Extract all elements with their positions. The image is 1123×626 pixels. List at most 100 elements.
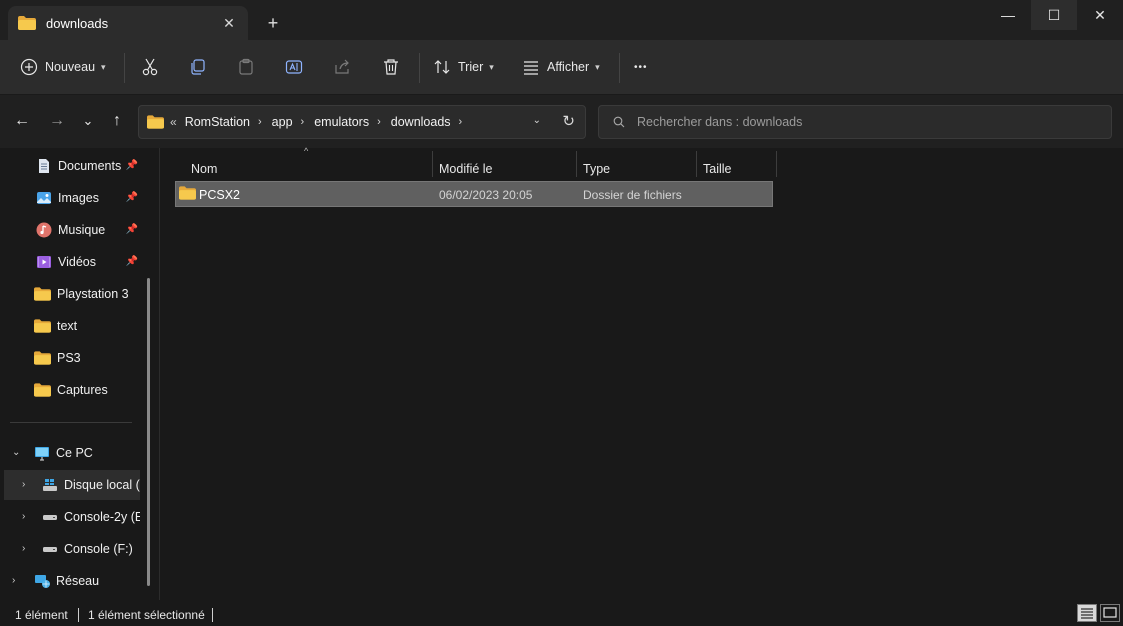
column-header-modified[interactable]: Modifié le <box>439 162 493 176</box>
column-divider[interactable] <box>576 151 577 177</box>
details-view-button[interactable] <box>1077 604 1097 622</box>
chevron-down-icon: ▾ <box>101 61 106 72</box>
close-window-button[interactable]: ✕ <box>1077 0 1123 30</box>
breadcrumb-romstation[interactable]: RomStation <box>185 115 250 129</box>
breadcrumb-downloads[interactable]: downloads <box>391 115 451 129</box>
search-box[interactable]: Rechercher dans : downloads <box>598 105 1112 139</box>
column-divider[interactable] <box>776 151 777 177</box>
delete-button[interactable] <box>382 52 400 82</box>
share-icon <box>335 59 349 74</box>
navigation-pane: Documents 📌 Images 📌 Musique 📌 Vidéos 📌 … <box>0 148 160 600</box>
breadcrumb-chevron-icon[interactable]: › <box>258 116 262 128</box>
sidebar-item-network[interactable]: Réseau <box>0 566 146 596</box>
sort-button-label: Trier <box>458 60 484 74</box>
column-header-type[interactable]: Type <box>583 162 610 176</box>
sidebar-item-music[interactable]: Musique 📌 <box>0 215 146 245</box>
chevron-right-icon[interactable]: › <box>22 479 25 490</box>
minimize-button[interactable]: — <box>985 0 1031 30</box>
up-button[interactable]: ↑ <box>105 111 129 131</box>
images-icon <box>37 192 51 204</box>
sidebar-item-label: Playstation 3 <box>57 287 129 301</box>
breadcrumb-emulators[interactable]: emulators <box>314 115 369 129</box>
pin-icon: 📌 <box>125 160 138 171</box>
maximize-button[interactable]: ☐ <box>1031 0 1077 30</box>
sort-button[interactable]: Trier ▾ <box>433 52 494 82</box>
breadcrumb-chevron-icon[interactable]: › <box>459 116 463 128</box>
delete-icon <box>384 59 398 75</box>
chevron-down-icon: ▾ <box>595 61 600 72</box>
new-button[interactable]: Nouveau ▾ <box>20 52 106 82</box>
folder-icon <box>34 351 51 365</box>
pin-icon: 📌 <box>125 256 138 267</box>
breadcrumb-overflow-button[interactable]: « <box>170 115 177 129</box>
column-header-size[interactable]: Taille <box>703 162 732 176</box>
column-header-name[interactable]: Nom <box>191 162 217 176</box>
chevron-down-icon[interactable]: ⌄ <box>12 447 20 458</box>
selection-count: 1 élément sélectionné <box>88 608 205 622</box>
tiles-view-icon <box>1103 607 1117 618</box>
rename-icon <box>285 60 303 74</box>
chevron-right-icon[interactable]: › <box>22 543 25 554</box>
status-bar: 1 élément 1 élément sélectionné <box>0 600 1123 626</box>
new-button-label: Nouveau <box>45 60 96 74</box>
sidebar-item-label: PS3 <box>57 351 81 365</box>
table-row[interactable]: PCSX2 06/02/2023 20:05 Dossier de fichie… <box>175 181 773 207</box>
address-history-dropdown[interactable]: ⌄ <box>533 115 541 126</box>
sidebar-item-videos[interactable]: Vidéos 📌 <box>0 247 146 277</box>
column-divider[interactable] <box>696 151 697 177</box>
sidebar-item-captures[interactable]: Captures <box>0 375 146 405</box>
folder-icon <box>34 383 51 397</box>
sidebar-item-text[interactable]: text <box>0 311 146 341</box>
refresh-button[interactable]: ↻ <box>562 112 575 130</box>
computer-icon <box>35 447 49 461</box>
sidebar-item-label: Réseau <box>56 574 100 588</box>
breadcrumb-chevron-icon[interactable]: › <box>377 116 381 128</box>
sidebar-divider <box>10 422 132 423</box>
chevron-right-icon[interactable]: › <box>12 575 15 586</box>
recent-locations-button[interactable]: ⌄ <box>76 111 100 131</box>
toolbar-divider <box>124 53 125 83</box>
copy-button[interactable] <box>189 52 207 82</box>
tab-close-button[interactable]: ✕ <box>220 14 238 32</box>
paste-button[interactable] <box>237 52 255 82</box>
back-button[interactable]: ← <box>10 111 34 131</box>
tab-downloads[interactable]: downloads ✕ <box>8 6 248 40</box>
sidebar-item-playstation-3[interactable]: Playstation 3 <box>0 279 146 309</box>
share-button[interactable] <box>333 52 351 82</box>
pin-icon: 📌 <box>125 192 138 203</box>
sidebar-item-ps3[interactable]: PS3 <box>0 343 146 373</box>
cut-button[interactable] <box>141 52 159 82</box>
new-tab-button[interactable]: + <box>262 12 284 34</box>
sidebar-item-this-pc[interactable]: Ce PC <box>0 438 146 468</box>
tab-title: downloads <box>46 15 109 31</box>
column-divider[interactable] <box>432 151 433 177</box>
address-row: ← → ⌄ ↑ « RomStation › app › emulators ›… <box>0 95 1123 148</box>
chevron-right-icon[interactable]: › <box>22 511 25 522</box>
sidebar-item-documents[interactable]: Documents 📌 <box>0 151 146 181</box>
rename-button[interactable] <box>285 52 303 82</box>
more-button[interactable]: ••• <box>634 52 648 82</box>
folder-icon <box>34 287 51 301</box>
search-icon <box>613 116 625 128</box>
videos-icon <box>37 256 51 268</box>
details-view-icon <box>1081 608 1093 619</box>
sidebar-item-label: Musique <box>58 223 106 237</box>
tiles-view-button[interactable] <box>1100 604 1120 622</box>
breadcrumb-app[interactable]: app <box>272 115 293 129</box>
more-icon: ••• <box>634 61 648 73</box>
forward-button[interactable]: → <box>45 111 69 131</box>
file-list: ^ Nom Modifié le Type Taille PCSX2 06/02… <box>161 146 1123 600</box>
view-button-label: Afficher <box>547 60 590 74</box>
chevron-down-icon: ▾ <box>489 61 494 72</box>
music-icon <box>36 222 52 238</box>
drive-icon <box>43 515 57 520</box>
breadcrumb-chevron-icon[interactable]: › <box>301 116 305 128</box>
view-button[interactable]: Afficher ▾ <box>522 52 600 82</box>
sidebar-item-label: Captures <box>57 383 108 397</box>
sidebar-item-label: Vidéos <box>58 255 96 269</box>
sidebar-scrollbar[interactable] <box>147 278 150 586</box>
address-bar[interactable]: « RomStation › app › emulators › downloa… <box>138 105 586 139</box>
sidebar-item-label: Ce PC <box>56 446 93 460</box>
sidebar-item-images[interactable]: Images 📌 <box>0 183 146 213</box>
drive-icon <box>43 547 57 552</box>
